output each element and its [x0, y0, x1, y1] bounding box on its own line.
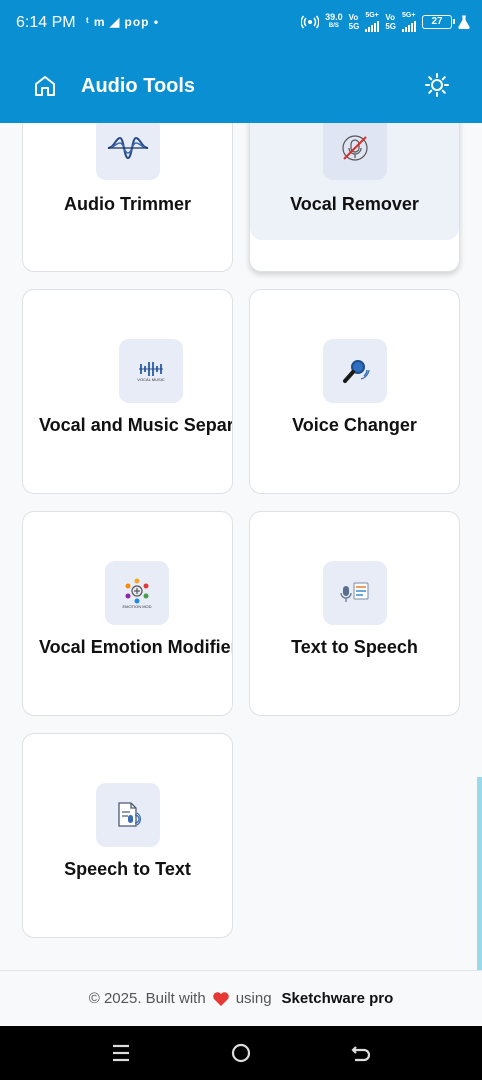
sun-icon	[425, 73, 449, 97]
tool-card-audio-trimmer[interactable]: Audio Trimmer	[22, 123, 233, 272]
icon-box	[96, 123, 160, 180]
back-icon	[351, 1046, 371, 1062]
signal-icon	[365, 20, 380, 32]
icon-box	[323, 123, 387, 180]
tool-card-vocal-emotion-modifier[interactable]: EMOTION MOD Vocal Emotion Modifier	[22, 511, 233, 716]
tool-label: Voice Changer	[292, 415, 417, 435]
network-1-label: Vo 5G	[349, 13, 360, 31]
network-2-label: Vo 5G	[385, 13, 396, 31]
footer-brand[interactable]: Sketchware pro	[282, 990, 394, 1007]
separator-icon	[138, 361, 163, 376]
net2-bottom: 5G	[385, 22, 396, 31]
home-button[interactable]	[31, 72, 59, 100]
circle-icon	[231, 1043, 251, 1063]
theme-toggle-button[interactable]	[422, 70, 452, 100]
net1-type: 5G+	[365, 12, 379, 19]
icon-box	[323, 561, 387, 625]
page-title: Audio Tools	[81, 75, 196, 97]
tool-label: Vocal and Music Separ	[39, 415, 232, 435]
emotion-graphic: EMOTION MOD	[122, 578, 152, 609]
net2-type: 5G+	[402, 12, 416, 19]
waveform-icon	[107, 136, 149, 160]
speed-value: 39.0	[325, 12, 343, 22]
heart-icon	[212, 991, 229, 1006]
tool-card-speech-to-text[interactable]: Speech to Text	[22, 733, 233, 938]
no-vocal-icon	[342, 135, 368, 161]
home-icon	[35, 76, 55, 96]
tool-card-text-to-speech[interactable]: Text to Speech	[249, 511, 460, 716]
app-bar: Audio Tools	[0, 48, 482, 123]
tool-label: Vocal Remover	[290, 194, 419, 214]
icon-box	[323, 339, 387, 403]
net1-top: Vo	[348, 13, 359, 22]
net2-top: Vo	[385, 13, 395, 22]
emotion-icon	[125, 578, 149, 603]
tools-grid: Audio Trimmer Vocal Remover VOCAL MUSIC …	[0, 123, 482, 970]
signal-icon	[402, 20, 416, 32]
network-speed: 39.0 B/S	[325, 13, 343, 31]
tool-label: Text to Speech	[291, 637, 418, 657]
speed-unit: B/S	[328, 23, 339, 29]
tool-label: Speech to Text	[64, 859, 191, 879]
network-2-signal: 5G+	[402, 12, 416, 32]
icon-box: VOCAL MUSIC	[119, 339, 183, 403]
network-1-signal: 5G+	[365, 12, 380, 32]
footer-middle: using	[235, 990, 272, 1007]
battery-level: 27	[431, 16, 443, 27]
status-time: 6:14 PM	[16, 14, 76, 31]
icon-caption: EMOTION MOD	[122, 603, 152, 609]
back-button[interactable]	[350, 1042, 372, 1064]
separator-graphic: VOCAL MUSIC	[137, 361, 165, 382]
text-to-speech-icon	[340, 582, 369, 602]
tool-label: Audio Trimmer	[63, 194, 192, 214]
footer: © 2025. Built with using Sketchware pro	[0, 970, 482, 1026]
home-nav-button[interactable]	[230, 1042, 252, 1064]
system-nav-bar	[0, 1026, 482, 1080]
icon-box	[96, 783, 160, 847]
icon-box: EMOTION MOD	[105, 561, 169, 625]
battery-icon: 27	[422, 15, 455, 29]
microphone-icon	[343, 360, 370, 383]
flask-icon	[458, 15, 470, 29]
footer-prefix: © 2025. Built with	[88, 990, 206, 1007]
status-indicators: 39.0 B/S Vo 5G 5G+ Vo 5G 5G+ 27	[301, 12, 470, 32]
recents-button[interactable]	[110, 1042, 132, 1064]
tool-card-vocal-music-separator[interactable]: VOCAL MUSIC Vocal and Music Separ	[22, 289, 233, 494]
icon-caption: VOCAL MUSIC	[137, 376, 165, 382]
net1-bottom: 5G	[348, 22, 360, 31]
status-bar: 6:14 PM ᵗ m ◢ pop • 39.0 B/S Vo 5G 5G+ V…	[0, 0, 482, 48]
hotspot-icon	[301, 15, 320, 29]
tool-card-vocal-remover[interactable]: Vocal Remover	[249, 123, 460, 272]
tool-label: Vocal Emotion Modifier	[39, 637, 232, 657]
speech-to-text-icon	[118, 802, 141, 827]
menu-icon	[113, 1044, 129, 1062]
notification-icons: ᵗ m ◢ pop •	[86, 15, 160, 29]
tool-card-voice-changer[interactable]: Voice Changer	[249, 289, 460, 494]
